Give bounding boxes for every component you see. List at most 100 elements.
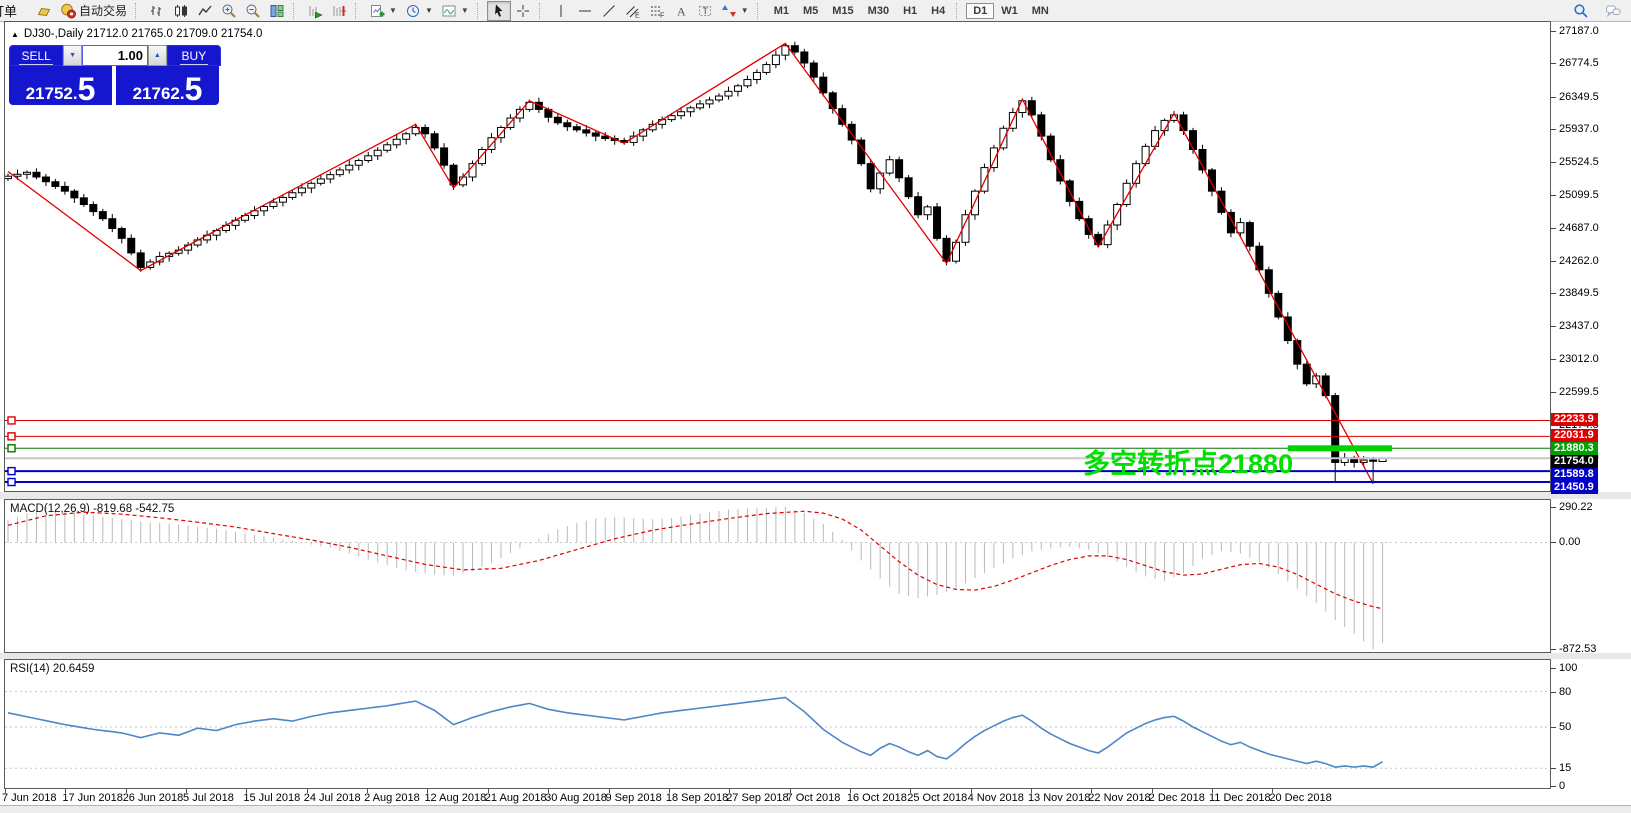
tile-windows-button[interactable] bbox=[265, 1, 289, 21]
search-button[interactable] bbox=[1569, 1, 1593, 21]
bar-chart-icon bbox=[149, 3, 165, 19]
timeframe-mn-button[interactable]: MN bbox=[1025, 3, 1056, 19]
rsi-indicator bbox=[5, 660, 1550, 788]
pivot-trend-segment[interactable] bbox=[1288, 445, 1392, 451]
axis-tick-label: 25937.0 bbox=[1559, 123, 1599, 135]
arrows-icon bbox=[721, 3, 737, 19]
autotrading-button[interactable]: 自动交易 bbox=[56, 1, 131, 21]
timeframe-m5-button[interactable]: M5 bbox=[796, 3, 825, 19]
equidistant-channel-button[interactable]: E bbox=[621, 1, 645, 21]
trendline-button[interactable] bbox=[597, 1, 621, 21]
timeframe-m15-button[interactable]: M15 bbox=[825, 3, 860, 19]
timeframe-h4-button[interactable]: H4 bbox=[924, 3, 952, 19]
auto-scroll-button[interactable] bbox=[303, 1, 327, 21]
chevron-down-icon[interactable]: ▼ bbox=[461, 6, 469, 15]
chart-shift-button[interactable] bbox=[327, 1, 351, 21]
pane-divider[interactable] bbox=[0, 492, 1631, 499]
axis-tick bbox=[1551, 293, 1556, 294]
timeframe-w1-button[interactable]: W1 bbox=[994, 3, 1025, 19]
macd-indicator bbox=[5, 500, 1550, 652]
line-chart-button[interactable] bbox=[193, 1, 217, 21]
candlestick-chart-button[interactable] bbox=[169, 1, 193, 21]
new-order-button[interactable]: 订单 bbox=[0, 1, 32, 20]
crosshair-button[interactable] bbox=[511, 1, 535, 21]
line-chart-icon bbox=[197, 3, 213, 19]
axis-tick-label: 24262.0 bbox=[1559, 255, 1599, 267]
search-icon bbox=[1573, 3, 1589, 19]
macd-signal-line bbox=[8, 511, 1383, 609]
chat-button[interactable] bbox=[1601, 1, 1625, 21]
line-handle[interactable] bbox=[8, 468, 15, 475]
candles-layer bbox=[5, 42, 1386, 484]
volume-decrease-button[interactable]: ▼ bbox=[63, 45, 82, 66]
line-handle[interactable] bbox=[8, 479, 15, 486]
arrows-button[interactable]: ▼ bbox=[717, 1, 753, 21]
axis-tick-label: 23849.5 bbox=[1559, 287, 1599, 299]
timeframe-m1-button[interactable]: M1 bbox=[767, 3, 796, 19]
date-label: 7 Jun 2018 bbox=[2, 792, 56, 804]
chevron-down-icon[interactable]: ▼ bbox=[389, 6, 397, 15]
chevron-down-icon[interactable]: ▼ bbox=[425, 6, 433, 15]
axis-tick bbox=[1551, 692, 1556, 693]
rsi-pane: RSI(14) 20.6459 bbox=[4, 659, 1551, 789]
periods-button[interactable]: ▼ bbox=[401, 1, 437, 21]
new-order-icon bbox=[36, 3, 52, 19]
zoom-in-button[interactable] bbox=[217, 1, 241, 21]
vertical-line-button[interactable] bbox=[549, 1, 573, 21]
line-handle[interactable] bbox=[8, 433, 15, 440]
autotrading-icon bbox=[60, 3, 76, 19]
horizontal-line-21450.9[interactable] bbox=[5, 479, 1550, 486]
axis-tick bbox=[1551, 542, 1556, 543]
axis-tick-label: 50 bbox=[1559, 721, 1571, 733]
svg-text:A: A bbox=[677, 4, 686, 18]
tile-windows-icon bbox=[269, 3, 285, 19]
zoom-out-button[interactable] bbox=[241, 1, 265, 21]
sell-price-display[interactable]: 21752.5 bbox=[9, 66, 112, 105]
date-label: 2 Dec 2018 bbox=[1149, 792, 1205, 804]
indicators-button[interactable]: ▼ bbox=[365, 1, 401, 21]
fibonacci-button[interactable]: F bbox=[645, 1, 669, 21]
timeframe-d1-button[interactable]: D1 bbox=[966, 3, 994, 19]
text-button[interactable]: A bbox=[669, 1, 693, 21]
window-bottom-edge bbox=[0, 805, 1631, 813]
axis-tick-label: 15 bbox=[1559, 762, 1571, 774]
axis-tick-label: 100 bbox=[1559, 662, 1577, 674]
macd-pane: MACD(12,26,9) -819.68 -542.75 bbox=[4, 499, 1551, 653]
volume-input[interactable] bbox=[82, 45, 148, 66]
axis-tick bbox=[1551, 392, 1556, 393]
buy-button[interactable]: BUY bbox=[167, 45, 221, 66]
horizontal-line-button[interactable] bbox=[573, 1, 597, 21]
metaeditor-button[interactable] bbox=[32, 1, 56, 21]
sell-button[interactable]: SELL bbox=[9, 45, 63, 66]
axis-tick bbox=[1551, 649, 1556, 650]
text-icon: A bbox=[673, 3, 689, 19]
cursor-button[interactable] bbox=[487, 1, 511, 21]
rsi-header: RSI(14) 20.6459 bbox=[10, 663, 94, 675]
timeframe-h1-button[interactable]: H1 bbox=[896, 3, 924, 19]
axis-tick bbox=[1551, 63, 1556, 64]
volume-increase-button[interactable]: ▲ bbox=[148, 45, 167, 66]
line-handle[interactable] bbox=[8, 417, 15, 424]
chevron-down-icon[interactable]: ▼ bbox=[741, 6, 749, 15]
collapse-icon[interactable]: ▲ bbox=[11, 30, 19, 39]
buy-price-display[interactable]: 21762.5 bbox=[116, 66, 219, 105]
horizontal-line-22233.9[interactable] bbox=[5, 417, 1550, 424]
line-handle[interactable] bbox=[8, 445, 15, 452]
toolbar-separator bbox=[355, 3, 362, 19]
horizontal-line-22031.9[interactable] bbox=[5, 433, 1550, 440]
fibonacci-icon: F bbox=[649, 3, 665, 19]
date-label: 5 Jul 2018 bbox=[183, 792, 234, 804]
axis-tick-label: 24687.0 bbox=[1559, 222, 1599, 234]
toolbar-separator bbox=[956, 3, 963, 19]
timeframe-m30-button[interactable]: M30 bbox=[861, 3, 896, 19]
horizontal-line-21589.8[interactable] bbox=[5, 468, 1550, 475]
chart-title: ▲DJ30-,Daily 21712.0 21765.0 21709.0 217… bbox=[11, 28, 262, 40]
templates-button[interactable]: ▼ bbox=[437, 1, 473, 21]
price-line-label: 21450.9 bbox=[1551, 481, 1598, 494]
pivot-annotation-text[interactable]: 多空转折点21880 bbox=[1083, 442, 1293, 481]
periods-icon bbox=[405, 3, 421, 19]
bar-chart-button[interactable] bbox=[145, 1, 169, 21]
text-label-button[interactable]: T bbox=[693, 1, 717, 21]
date-label: 24 Jul 2018 bbox=[304, 792, 361, 804]
price-line-label: 21754.0 bbox=[1551, 455, 1598, 468]
